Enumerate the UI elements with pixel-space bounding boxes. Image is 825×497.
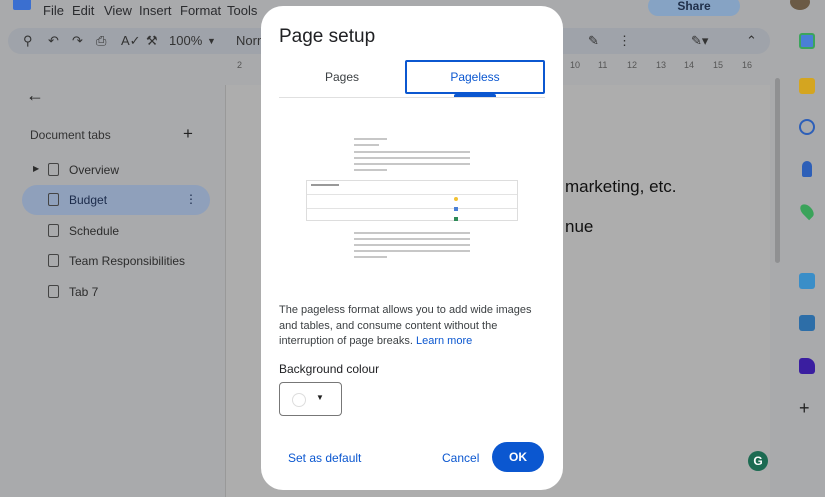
tasks-icon[interactable] <box>799 119 815 135</box>
avatar[interactable] <box>790 0 810 10</box>
contacts-icon[interactable] <box>802 161 812 177</box>
document-icon <box>48 224 59 237</box>
add-tab-icon[interactable]: + <box>183 124 193 144</box>
highlight-icon[interactable]: ✎ <box>588 33 599 49</box>
tab-budget[interactable]: Budget ⋮ <box>22 185 210 215</box>
tab-label: Schedule <box>69 224 120 238</box>
page-setup-dialog: Page setup Pages Pageless The pageless f… <box>261 6 563 490</box>
addon-icon[interactable] <box>799 358 815 374</box>
collapse-icon[interactable]: ⌃ <box>746 33 757 49</box>
search-icon[interactable]: ⚲ <box>23 33 33 49</box>
menu-tools[interactable]: Tools <box>227 3 257 18</box>
zoom-select[interactable]: 100% <box>169 33 202 48</box>
tab-tab-7[interactable]: Tab 7 <box>22 277 210 307</box>
add-addon-icon[interactable]: + <box>799 398 810 419</box>
grammarly-icon[interactable]: G <box>748 451 768 471</box>
ruler-tick: 15 <box>713 60 724 70</box>
document-text: nue <box>565 217 594 236</box>
document-icon <box>48 193 59 206</box>
addon-icon[interactable] <box>799 273 815 289</box>
document-text: marketing, etc. <box>565 177 677 196</box>
back-arrow-icon[interactable]: ← <box>26 85 44 106</box>
tab-overview[interactable]: ▶ Overview <box>22 155 210 185</box>
expand-icon[interactable]: ▶ <box>33 164 39 173</box>
ruler-tick: 16 <box>742 60 753 70</box>
panel-title: Document tabs <box>30 128 111 142</box>
tab-label: Tab 7 <box>69 285 99 299</box>
print-icon[interactable]: ⎙ <box>96 33 106 49</box>
share-label: Share <box>677 0 711 13</box>
tab-label: Budget <box>69 193 108 207</box>
ok-button[interactable]: OK <box>492 442 544 472</box>
side-panel: + <box>793 28 825 497</box>
menu-format[interactable]: Format <box>180 3 221 18</box>
pageless-description: The pageless format allows you to add wi… <box>279 303 549 350</box>
menu-insert[interactable]: Insert <box>139 3 172 18</box>
scrollbar[interactable] <box>775 78 780 263</box>
ruler-tick: 2 <box>237 60 243 70</box>
tab-schedule[interactable]: Schedule <box>22 216 210 246</box>
menu-view[interactable]: View <box>104 3 132 18</box>
tab-label: Team Responsibilities <box>69 254 186 268</box>
background-colour-label: Background colour <box>279 362 380 376</box>
mail-addon-icon[interactable] <box>799 315 815 331</box>
tab-team-responsibilities[interactable]: Team Responsibilities <box>22 246 210 276</box>
keep-icon[interactable] <box>799 78 815 94</box>
chevron-down-icon[interactable]: ▼ <box>207 36 216 46</box>
ruler-tick: 11 <box>598 60 608 70</box>
redo-icon[interactable]: ↷ <box>72 33 83 49</box>
document-icon <box>48 285 59 298</box>
document-icon <box>48 163 59 176</box>
cancel-button[interactable]: Cancel <box>442 451 479 465</box>
menu-bar: File Edit View Insert Format Tools <box>0 0 260 20</box>
tab-pageless[interactable]: Pageless <box>405 60 545 94</box>
ruler-tick: 12 <box>627 60 638 70</box>
spellcheck-icon[interactable]: A✓ <box>121 33 141 49</box>
undo-icon[interactable]: ↶ <box>48 33 59 49</box>
description-text: The pageless format allows you to add wi… <box>279 304 532 347</box>
tab-pages[interactable]: Pages <box>279 60 405 94</box>
chevron-down-icon: ▼ <box>316 393 324 402</box>
calendar-icon[interactable] <box>799 33 815 49</box>
ruler-tick: 10 <box>570 60 581 70</box>
ruler-tick: 13 <box>656 60 667 70</box>
learn-more-link[interactable]: Learn more <box>416 335 472 347</box>
style-select[interactable]: Normal text <box>236 33 261 48</box>
editing-mode-icon[interactable]: ✎▾ <box>691 33 708 49</box>
dialog-title: Page setup <box>279 26 376 47</box>
menu-file[interactable]: File <box>43 3 64 18</box>
share-button[interactable]: Share <box>648 0 740 16</box>
ruler-tick: 14 <box>684 60 695 70</box>
background-colour-picker[interactable]: ▼ <box>279 382 342 416</box>
set-as-default-button[interactable]: Set as default <box>288 451 361 465</box>
more-icon[interactable]: ⋮ <box>618 33 631 49</box>
document-icon <box>48 254 59 267</box>
maps-icon[interactable] <box>797 201 817 221</box>
menu-edit[interactable]: Edit <box>72 3 94 18</box>
paint-format-icon[interactable]: ⚒ <box>146 33 158 49</box>
pageless-illustration <box>306 138 518 263</box>
colour-swatch <box>292 393 306 407</box>
more-options-icon[interactable]: ⋮ <box>185 192 197 206</box>
tab-label: Overview <box>69 163 120 177</box>
divider <box>279 97 545 98</box>
